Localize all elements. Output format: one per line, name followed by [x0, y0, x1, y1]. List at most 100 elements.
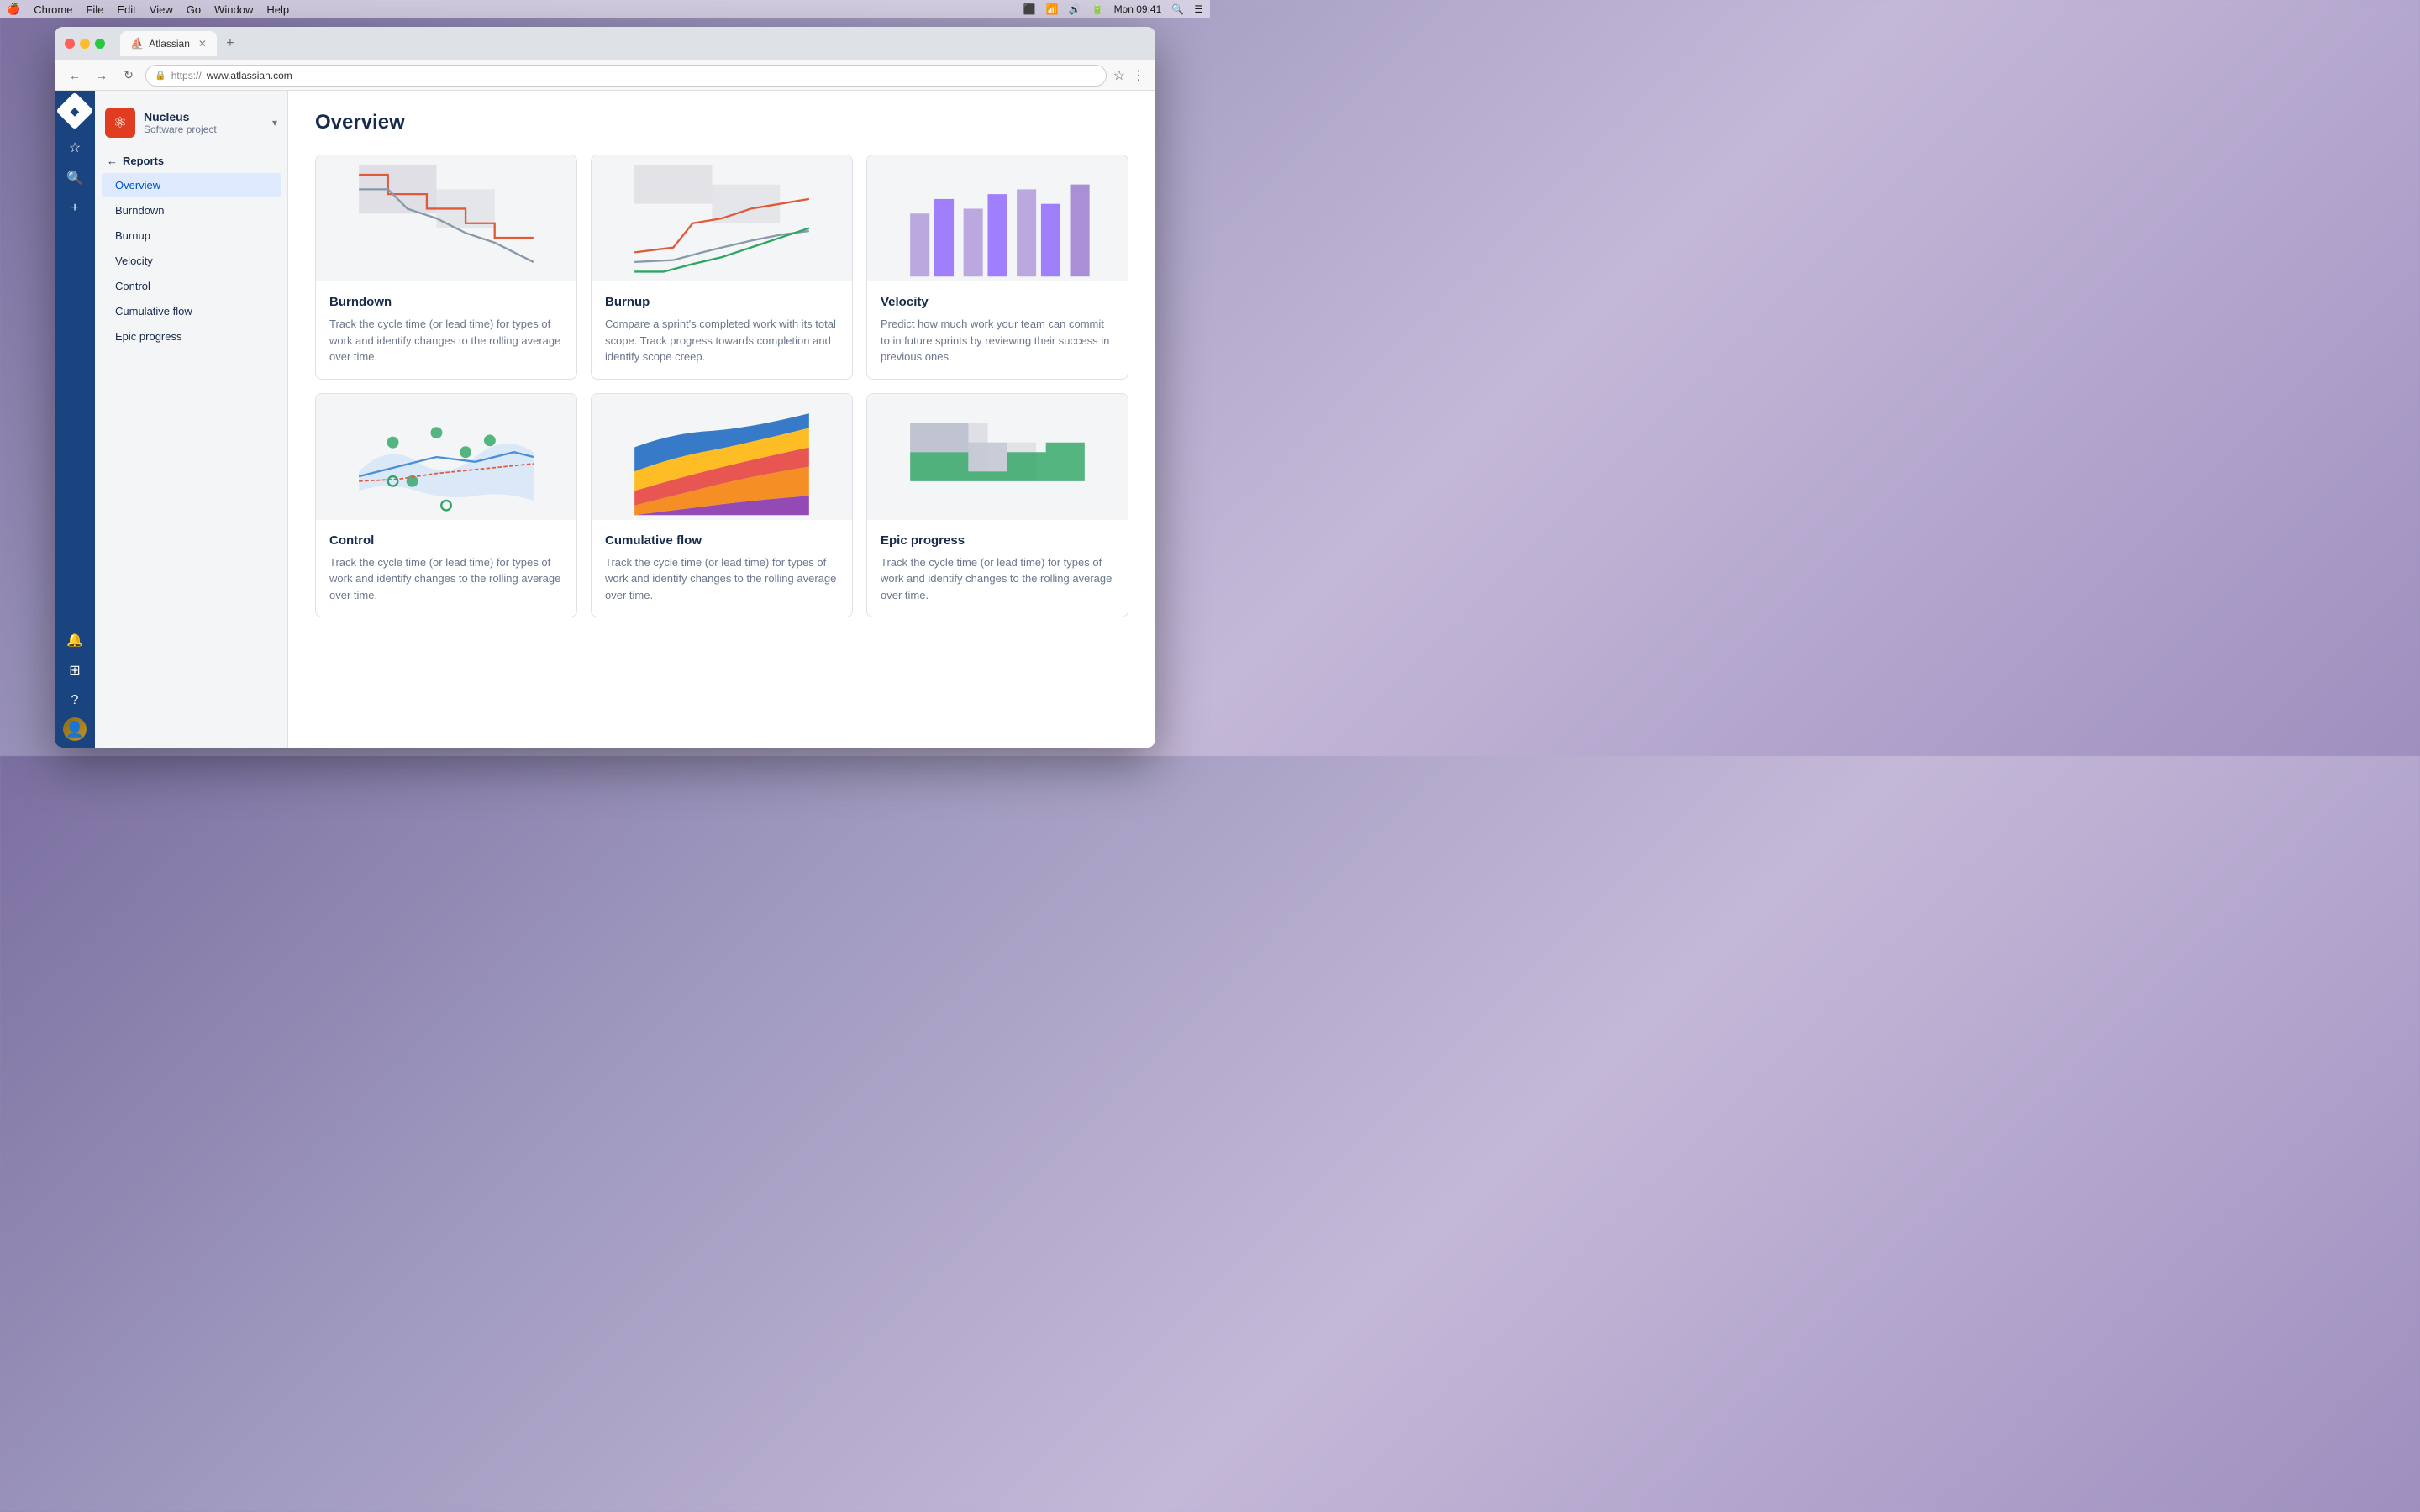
cast-icon: ⬛	[1023, 3, 1036, 15]
menu-icon[interactable]: ☰	[1194, 3, 1203, 15]
card-title-epic: Epic progress	[881, 533, 1114, 548]
browser-tab[interactable]: ⛵ Atlassian ✕	[120, 31, 217, 56]
card-desc-control: Track the cycle time (or lead time) for …	[329, 554, 563, 604]
menu-go[interactable]: Go	[187, 3, 201, 16]
epic-card[interactable]: Epic progress Track the cycle time (or l…	[866, 393, 1128, 618]
url-domain: www.atlassian.com	[207, 70, 292, 81]
cards-grid: Burndown Track the cycle time (or lead t…	[315, 155, 1128, 617]
project-type: Software project	[144, 123, 264, 135]
main-content: Overview	[288, 91, 1155, 748]
sidebar-item-cumulative-flow[interactable]: Cumulative flow	[102, 299, 281, 323]
diamond-icon: ◆	[71, 104, 80, 118]
menu-window[interactable]: Window	[214, 3, 253, 16]
card-title-burndown: Burndown	[329, 295, 563, 309]
tab-close-icon[interactable]: ✕	[198, 38, 207, 50]
velocity-preview	[867, 155, 1128, 281]
chevron-down-icon: ▾	[272, 117, 277, 129]
menu-file[interactable]: File	[86, 3, 103, 16]
wifi-icon: 📶	[1046, 3, 1059, 15]
tab-title: Atlassian	[149, 38, 190, 50]
card-body-cumulative: Cumulative flow Track the cycle time (or…	[592, 520, 852, 617]
sidebar-item-overview[interactable]: Overview	[102, 173, 281, 197]
card-desc-burndown: Track the cycle time (or lead time) for …	[329, 316, 563, 365]
sidebar-item-epic-progress[interactable]: Epic progress	[102, 324, 281, 349]
lock-icon: 🔒	[155, 70, 166, 81]
card-title-control: Control	[329, 533, 563, 548]
card-desc-cumulative: Track the cycle time (or lead time) for …	[605, 554, 839, 604]
more-icon[interactable]: ⋮	[1132, 67, 1145, 84]
sidebar-nav: ← Reports Overview Burndown Burnup Veloc…	[95, 144, 287, 354]
minimize-button[interactable]	[80, 39, 90, 49]
cumulative-preview	[592, 394, 852, 520]
card-title-cumulative: Cumulative flow	[605, 533, 839, 548]
sidebar-section-title: Reports	[123, 155, 164, 167]
menu-help[interactable]: Help	[266, 3, 289, 16]
sidebar-item-velocity[interactable]: Velocity	[102, 249, 281, 273]
address-bar: ← → ↻ 🔒 https:// www.atlassian.com ☆ ⋮	[55, 60, 1155, 91]
notifications-icon[interactable]: 🔔	[61, 627, 88, 654]
card-body-burndown: Burndown Track the cycle time (or lead t…	[316, 281, 576, 379]
project-info: Nucleus Software project	[144, 110, 264, 135]
browser-window: ⛵ Atlassian ✕ + ← → ↻ 🔒 https:// www.atl…	[55, 27, 1155, 748]
chrome-titlebar: ⛵ Atlassian ✕ +	[55, 27, 1155, 60]
sidebar-back-button[interactable]: ← Reports	[95, 150, 287, 172]
menubar: 🍎 Chrome File Edit View Go Window Help ⬛…	[0, 0, 1210, 18]
apps-icon[interactable]: ⊞	[61, 657, 88, 684]
card-desc-velocity: Predict how much work your team can comm…	[881, 316, 1114, 365]
velocity-card[interactable]: Velocity Predict how much work your team…	[866, 155, 1128, 380]
card-title-velocity: Velocity	[881, 295, 1114, 309]
burndown-preview	[316, 155, 576, 281]
create-icon[interactable]: +	[61, 195, 88, 222]
search-icon[interactable]: 🔍	[61, 165, 88, 192]
menu-chrome[interactable]: Chrome	[34, 3, 72, 16]
home-button[interactable]: ◆	[55, 92, 93, 129]
reload-button[interactable]: ↻	[118, 66, 139, 86]
control-card[interactable]: Control Track the cycle time (or lead ti…	[315, 393, 577, 618]
app-content: ◆ ☆ 🔍 + 🔔 ⊞ ? 👤 ⚛ Nucleus Software proje…	[55, 91, 1155, 748]
burnup-card[interactable]: Burnup Compare a sprint's completed work…	[591, 155, 853, 380]
starred-icon[interactable]: ☆	[61, 134, 88, 161]
react-icon: ⚛	[113, 114, 127, 132]
menu-view[interactable]: View	[150, 3, 173, 16]
card-body-burnup: Burnup Compare a sprint's completed work…	[592, 281, 852, 379]
new-tab-button[interactable]: +	[220, 34, 240, 54]
nav-rail: ◆ ☆ 🔍 + 🔔 ⊞ ? 👤	[55, 91, 95, 748]
back-button[interactable]: ←	[65, 66, 85, 86]
avatar[interactable]: 👤	[63, 717, 87, 741]
sidebar: ⚛ Nucleus Software project ▾ ← Reports O…	[95, 91, 288, 748]
bookmark-icon[interactable]: ☆	[1113, 67, 1125, 84]
burndown-card[interactable]: Burndown Track the cycle time (or lead t…	[315, 155, 577, 380]
forward-button[interactable]: →	[92, 66, 112, 86]
search-icon[interactable]: 🔍	[1171, 3, 1184, 15]
control-preview	[316, 394, 576, 520]
tab-bar: ⛵ Atlassian ✕ +	[120, 31, 1145, 56]
url-bar[interactable]: 🔒 https:// www.atlassian.com	[145, 65, 1107, 87]
apple-menu[interactable]: 🍎	[7, 3, 20, 16]
project-name: Nucleus	[144, 110, 264, 123]
epic-preview	[867, 394, 1128, 520]
card-title-burnup: Burnup	[605, 295, 839, 309]
back-arrow-icon: ←	[107, 155, 118, 167]
volume-icon: 🔊	[1069, 3, 1081, 15]
close-button[interactable]	[65, 39, 75, 49]
cumulative-card[interactable]: Cumulative flow Track the cycle time (or…	[591, 393, 853, 618]
burnup-preview	[592, 155, 852, 281]
sidebar-item-burndown[interactable]: Burndown	[102, 198, 281, 223]
traffic-lights	[65, 39, 105, 49]
project-selector[interactable]: ⚛ Nucleus Software project ▾	[95, 101, 287, 144]
card-body-control: Control Track the cycle time (or lead ti…	[316, 520, 576, 617]
sidebar-item-control[interactable]: Control	[102, 274, 281, 298]
sidebar-item-burnup[interactable]: Burnup	[102, 223, 281, 248]
menu-edit[interactable]: Edit	[117, 3, 135, 16]
help-icon[interactable]: ?	[61, 687, 88, 714]
battery-icon: 🔋	[1092, 3, 1104, 15]
card-body-epic: Epic progress Track the cycle time (or l…	[867, 520, 1128, 617]
maximize-button[interactable]	[95, 39, 105, 49]
clock: Mon 09:41	[1114, 3, 1162, 15]
project-icon: ⚛	[105, 108, 135, 138]
card-desc-burnup: Compare a sprint's completed work with i…	[605, 316, 839, 365]
page-title: Overview	[315, 111, 1128, 134]
url-protocol: https://	[171, 70, 202, 81]
card-desc-epic: Track the cycle time (or lead time) for …	[881, 554, 1114, 604]
tab-favicon: ⛵	[130, 37, 144, 50]
